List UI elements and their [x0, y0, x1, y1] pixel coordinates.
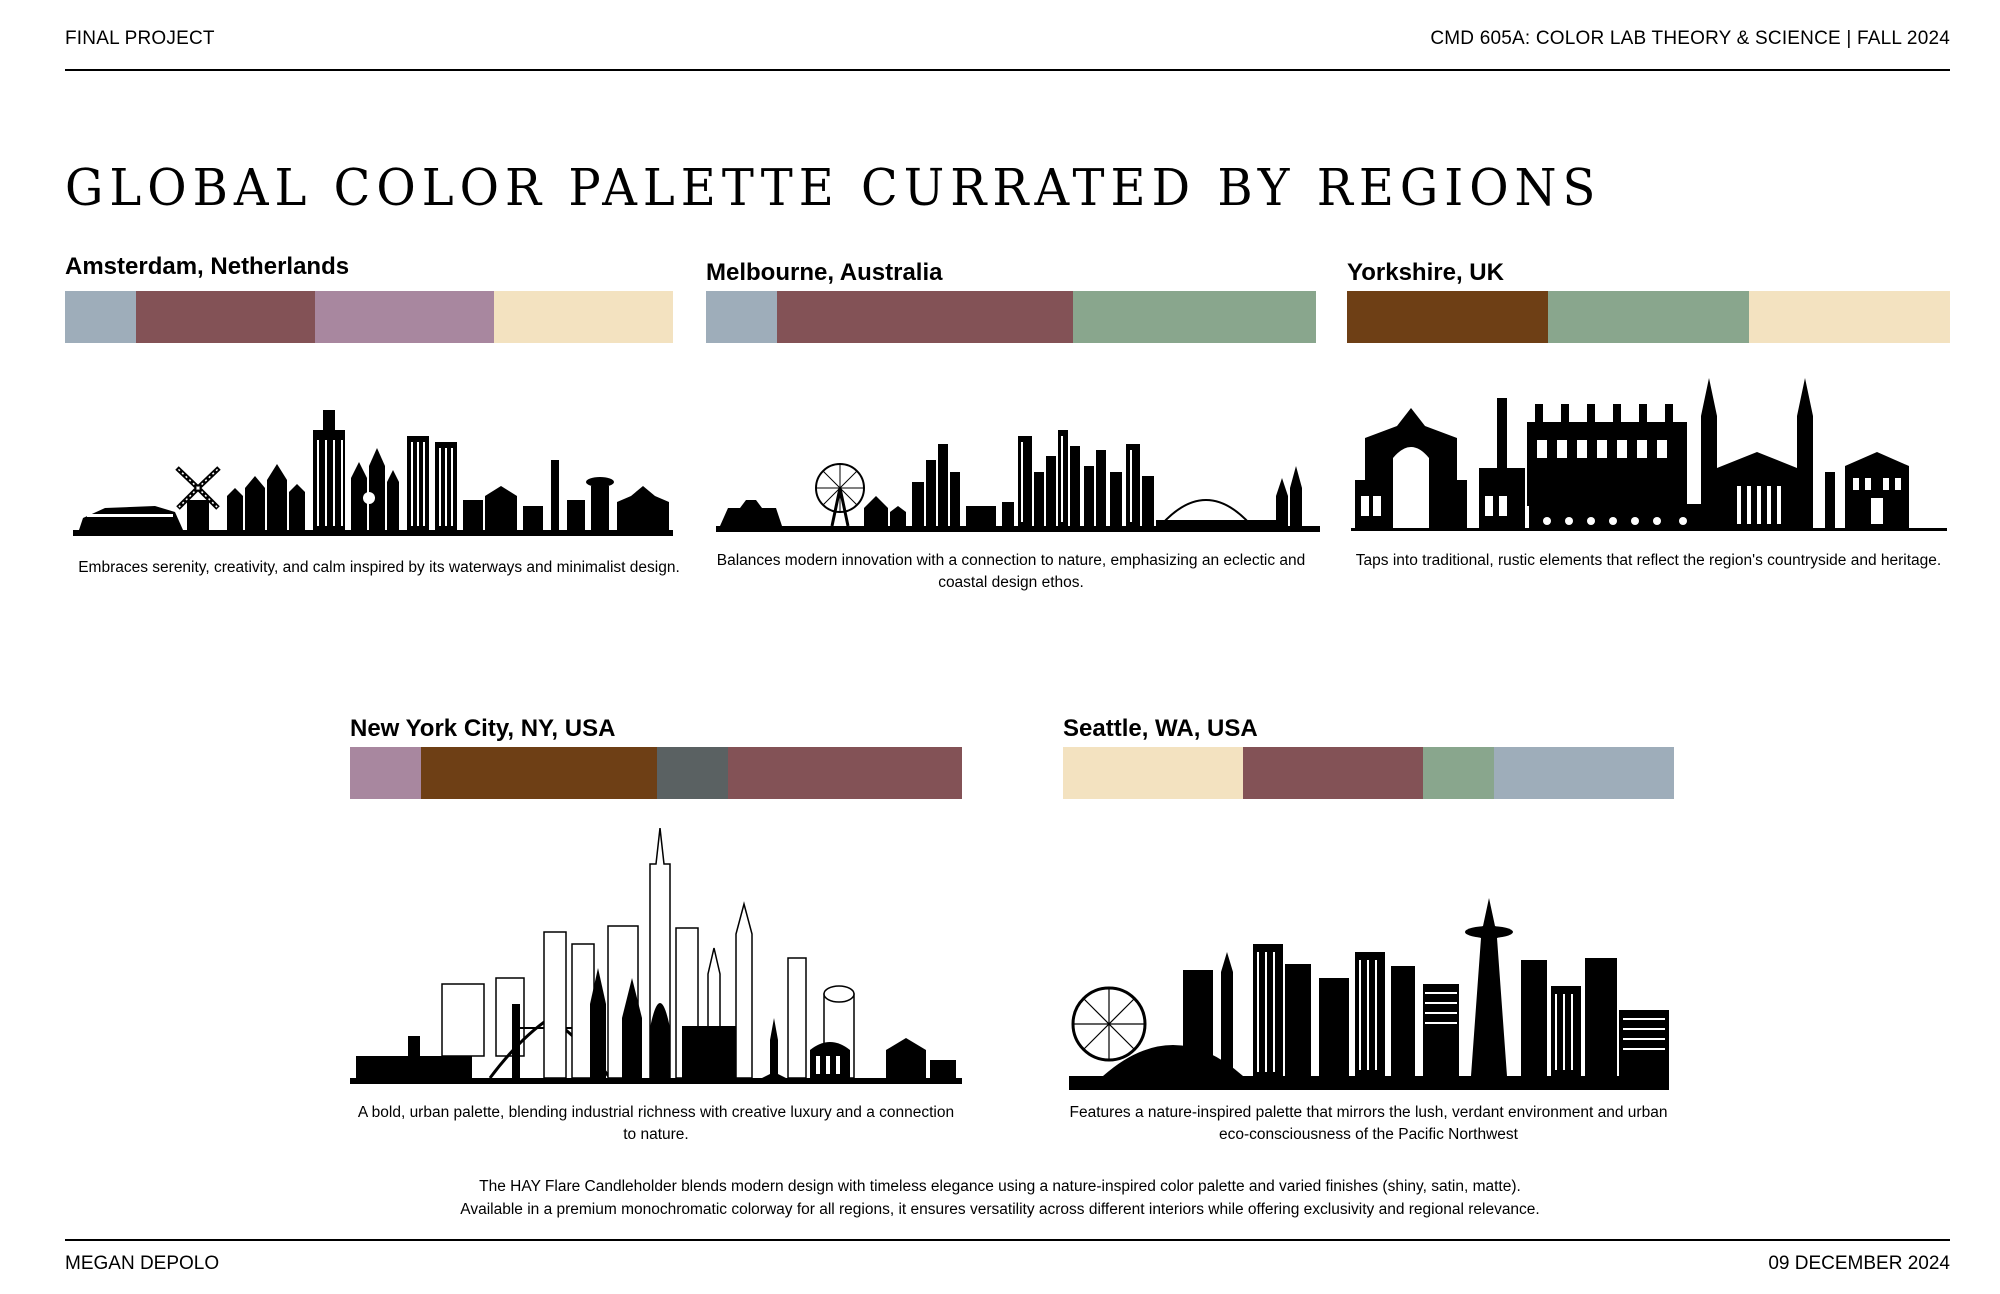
color-swatch	[1073, 291, 1316, 343]
color-palette-bar	[65, 291, 673, 343]
color-swatch	[494, 291, 673, 343]
product-note-line-1: The HAY Flare Candleholder blends modern…	[479, 1178, 1521, 1195]
region-card-new-york: New York City, NY, USA A bold, urban pal…	[350, 712, 962, 1152]
color-swatch	[776, 291, 1074, 343]
color-swatch	[1749, 291, 1950, 343]
color-swatch	[727, 747, 962, 799]
color-palette-bar	[1063, 747, 1674, 799]
color-swatch	[656, 747, 728, 799]
region-description: Taps into traditional, rustic elements t…	[1355, 552, 1942, 569]
region-description: Embraces serenity, creativity, and calm …	[78, 559, 680, 576]
color-swatch	[1347, 291, 1549, 343]
author-name: MEGAN DEPOLO	[65, 1253, 220, 1274]
region-card-seattle: Seattle, WA, USA Features a nature-inspi…	[1063, 712, 1674, 1152]
header-divider	[65, 69, 1950, 71]
color-swatch	[1548, 291, 1750, 343]
color-palette-bar	[350, 747, 962, 799]
color-swatch	[1494, 747, 1674, 799]
new-york-skyline-icon	[350, 828, 962, 1084]
date-label: 09 DECEMBER 2024	[1768, 1253, 1950, 1274]
header-right-label: CMD 605A: COLOR LAB THEORY & SCIENCE | F…	[1430, 28, 1950, 49]
color-swatch	[706, 291, 777, 343]
color-swatch	[1243, 747, 1424, 799]
melbourne-skyline-icon	[716, 430, 1320, 532]
region-description: A bold, urban palette, blending industri…	[357, 1104, 955, 1143]
color-palette-bar	[1347, 291, 1950, 343]
region-card-yorkshire: Yorkshire, UK Taps into traditional, rus…	[1347, 256, 1950, 616]
color-swatch	[135, 291, 315, 343]
region-description: Features a nature-inspired palette that …	[1069, 1104, 1668, 1143]
region-name: Seattle, WA, USA	[1063, 715, 1258, 742]
region-name: Yorkshire, UK	[1347, 259, 1504, 286]
product-note-line-2: Available in a premium monochromatic col…	[460, 1201, 1540, 1218]
product-note: The HAY Flare Candleholder blends modern…	[0, 1175, 2000, 1221]
page-title: GLOBAL COLOR PALETTE CURRATED BY REGIONS	[65, 158, 1602, 218]
yorkshire-skyline-icon	[1351, 378, 1947, 531]
color-swatch	[1063, 747, 1244, 799]
color-swatch	[420, 747, 657, 799]
region-card-amsterdam: Amsterdam, Netherlands Embraces serenity…	[65, 250, 680, 610]
region-name: Melbourne, Australia	[706, 259, 943, 286]
footer-divider	[65, 1239, 1950, 1241]
region-card-melbourne: Melbourne, Australia Balances modern inn…	[706, 256, 1320, 616]
amsterdam-skyline-icon	[73, 410, 673, 536]
color-swatch	[314, 291, 495, 343]
region-description: Balances modern innovation with a connec…	[716, 552, 1306, 591]
seattle-skyline-icon	[1069, 898, 1669, 1090]
color-swatch	[1423, 747, 1495, 799]
header-left-label: FINAL PROJECT	[65, 28, 215, 49]
color-palette-bar	[706, 291, 1316, 343]
color-swatch	[65, 291, 136, 343]
color-swatch	[350, 747, 421, 799]
region-name: New York City, NY, USA	[350, 715, 616, 742]
region-name: Amsterdam, Netherlands	[65, 253, 350, 280]
